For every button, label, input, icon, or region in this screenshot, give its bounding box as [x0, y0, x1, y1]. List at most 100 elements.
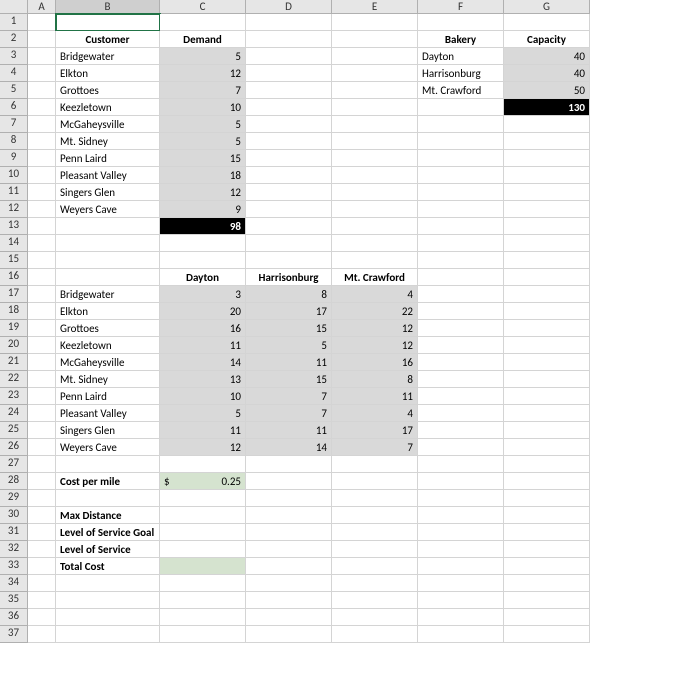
cell-F35[interactable] [418, 592, 504, 609]
cell-D10[interactable] [246, 167, 332, 184]
row-header-32[interactable]: 32 [0, 541, 28, 558]
cell-B30[interactable]: Max Distance [56, 507, 160, 524]
cell-B4[interactable]: Elkton [56, 65, 160, 82]
cell-G5[interactable]: 50 [504, 82, 590, 99]
cell-B17[interactable]: Bridgewater [56, 286, 160, 303]
row-header-37[interactable]: 37 [0, 626, 28, 643]
cell-D25[interactable]: 11 [246, 422, 332, 439]
col-header-F[interactable]: F [418, 0, 504, 14]
cell-E17[interactable]: 4 [332, 286, 418, 303]
cell-C35[interactable] [160, 592, 246, 609]
row-header-26[interactable]: 26 [0, 439, 28, 456]
cell-D24[interactable]: 7 [246, 405, 332, 422]
cell-E1[interactable] [332, 14, 418, 31]
cell-A14[interactable] [28, 235, 56, 252]
cell-F29[interactable] [418, 490, 504, 507]
select-all-corner[interactable] [0, 0, 28, 14]
cell-D29[interactable] [246, 490, 332, 507]
cell-G21[interactable] [504, 354, 590, 371]
cell-G16[interactable] [504, 269, 590, 286]
cell-C31[interactable] [160, 524, 246, 541]
cell-E5[interactable] [332, 82, 418, 99]
cell-C19[interactable]: 16 [160, 320, 246, 337]
cell-A25[interactable] [28, 422, 56, 439]
cell-F25[interactable] [418, 422, 504, 439]
row-header-24[interactable]: 24 [0, 405, 28, 422]
row-header-17[interactable]: 17 [0, 286, 28, 303]
cell-E6[interactable] [332, 99, 418, 116]
cell-A5[interactable] [28, 82, 56, 99]
cell-F4[interactable]: Harrisonburg [418, 65, 504, 82]
cell-G13[interactable] [504, 218, 590, 235]
cell-B2[interactable]: Customer [56, 31, 160, 48]
cell-C12[interactable]: 9 [160, 201, 246, 218]
row-header-9[interactable]: 9 [0, 150, 28, 167]
cell-E22[interactable]: 8 [332, 371, 418, 388]
cell-E2[interactable] [332, 31, 418, 48]
cell-B18[interactable]: Elkton [56, 303, 160, 320]
cell-B25[interactable]: Singers Glen [56, 422, 160, 439]
cell-G28[interactable] [504, 473, 590, 490]
cell-F14[interactable] [418, 235, 504, 252]
cell-D8[interactable] [246, 133, 332, 150]
cell-B32[interactable]: Level of Service [56, 541, 160, 558]
cell-D6[interactable] [246, 99, 332, 116]
cell-B8[interactable]: Mt. Sidney [56, 133, 160, 150]
cell-C10[interactable]: 18 [160, 167, 246, 184]
cell-E16[interactable]: Mt. Crawford [332, 269, 418, 286]
cell-E3[interactable] [332, 48, 418, 65]
row-header-7[interactable]: 7 [0, 116, 28, 133]
cell-F10[interactable] [418, 167, 504, 184]
cell-A4[interactable] [28, 65, 56, 82]
cell-E37[interactable] [332, 626, 418, 643]
cell-E4[interactable] [332, 65, 418, 82]
cell-G20[interactable] [504, 337, 590, 354]
cell-B11[interactable]: Singers Glen [56, 184, 160, 201]
cell-B21[interactable]: McGaheysville [56, 354, 160, 371]
cell-B1[interactable] [56, 14, 160, 31]
cell-G35[interactable] [504, 592, 590, 609]
cell-B29[interactable] [56, 490, 160, 507]
cell-C27[interactable] [160, 456, 246, 473]
cell-F12[interactable] [418, 201, 504, 218]
cell-E36[interactable] [332, 609, 418, 626]
cell-A10[interactable] [28, 167, 56, 184]
cell-F21[interactable] [418, 354, 504, 371]
cell-G24[interactable] [504, 405, 590, 422]
cell-C23[interactable]: 10 [160, 388, 246, 405]
cell-D28[interactable] [246, 473, 332, 490]
cell-E27[interactable] [332, 456, 418, 473]
cell-F22[interactable] [418, 371, 504, 388]
cell-A34[interactable] [28, 575, 56, 592]
cell-B3[interactable]: Bridgewater [56, 48, 160, 65]
row-header-8[interactable]: 8 [0, 133, 28, 150]
row-header-16[interactable]: 16 [0, 269, 28, 286]
cell-F24[interactable] [418, 405, 504, 422]
cell-D37[interactable] [246, 626, 332, 643]
cell-A21[interactable] [28, 354, 56, 371]
row-header-18[interactable]: 18 [0, 303, 28, 320]
cell-C21[interactable]: 14 [160, 354, 246, 371]
cell-A2[interactable] [28, 31, 56, 48]
cell-A8[interactable] [28, 133, 56, 150]
cell-F1[interactable] [418, 14, 504, 31]
row-header-4[interactable]: 4 [0, 65, 28, 82]
row-header-12[interactable]: 12 [0, 201, 28, 218]
cell-E24[interactable]: 4 [332, 405, 418, 422]
row-header-11[interactable]: 11 [0, 184, 28, 201]
cell-B23[interactable]: Penn Laird [56, 388, 160, 405]
col-header-E[interactable]: E [332, 0, 418, 14]
cell-E32[interactable] [332, 541, 418, 558]
cell-D33[interactable] [246, 558, 332, 575]
cell-C13[interactable]: 98 [160, 218, 246, 235]
row-header-28[interactable]: 28 [0, 473, 28, 490]
row-header-33[interactable]: 33 [0, 558, 28, 575]
cell-E9[interactable] [332, 150, 418, 167]
row-header-36[interactable]: 36 [0, 609, 28, 626]
cell-C17[interactable]: 3 [160, 286, 246, 303]
cell-C7[interactable]: 5 [160, 116, 246, 133]
cell-D17[interactable]: 8 [246, 286, 332, 303]
cell-C6[interactable]: 10 [160, 99, 246, 116]
cell-C14[interactable] [160, 235, 246, 252]
cell-D9[interactable] [246, 150, 332, 167]
